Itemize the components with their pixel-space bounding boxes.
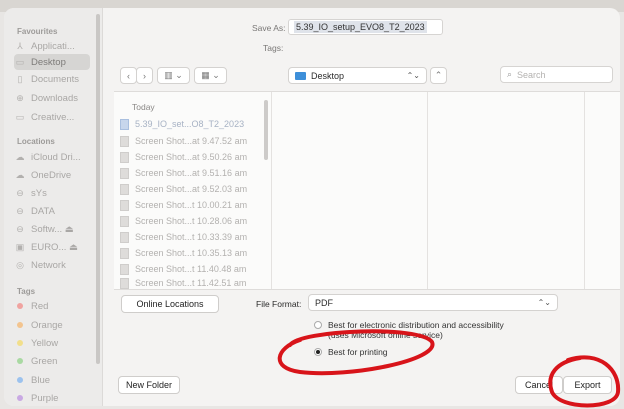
column-divider[interactable] — [427, 92, 428, 289]
tag-dot-icon — [17, 358, 23, 364]
sidebar-item-icloud[interactable]: ☁ iCloud Dri... — [14, 149, 90, 165]
file-format-popup[interactable]: PDF ⌃⌄ — [308, 294, 558, 311]
document-icon — [120, 118, 129, 130]
file-item[interactable]: Screen Shot...t 10.35.13 am — [120, 246, 247, 260]
file-item[interactable]: Screen Shot...t 11.40.48 am — [120, 262, 246, 276]
desktop-icon: ▭ — [15, 56, 25, 67]
column-divider[interactable] — [584, 92, 585, 289]
network-icon: ◎ — [16, 259, 24, 270]
sidebar-tag-blue[interactable]: Blue — [14, 372, 90, 388]
applications-icon: ⅄ — [17, 40, 23, 51]
radio-button-selected[interactable] — [314, 348, 322, 356]
sidebar-tag-purple[interactable]: Purple — [14, 390, 90, 406]
cloud-icon: ☁ — [15, 151, 25, 162]
sidebar-item-desktop[interactable]: ▭ Desktop — [14, 54, 90, 70]
sidebar-item-data[interactable]: ⊖ DATA — [14, 203, 90, 219]
file-item[interactable]: Screen Shot...at 9.47.52 am — [120, 134, 247, 148]
sidebar-tag-red[interactable]: Red — [14, 298, 90, 314]
image-icon — [120, 199, 129, 211]
eject-icon[interactable]: ⏏ — [69, 242, 78, 253]
file-item[interactable]: Screen Shot...t 10.28.06 am — [120, 214, 247, 228]
grid-view-button[interactable]: ▦ ⌄ — [194, 67, 227, 84]
sidebar-tag-yellow[interactable]: Yellow — [14, 335, 90, 351]
column-divider[interactable] — [271, 92, 272, 289]
option-label: Best for printing — [328, 347, 388, 357]
sidebar-item-downloads[interactable]: ⊕ Downloads — [14, 90, 90, 106]
save-as-field[interactable]: 5.39_IO_setup_EVO8_T2_2023 — [288, 19, 443, 35]
cancel-button[interactable]: Cancel — [515, 376, 563, 394]
folder-icon: ▭ — [15, 111, 25, 122]
image-icon — [120, 277, 129, 289]
new-folder-button[interactable]: New Folder — [118, 376, 180, 394]
forward-button[interactable]: › — [136, 67, 153, 84]
sidebar-tag-green[interactable]: Green — [14, 353, 90, 369]
file-item[interactable]: Screen Shot...at 9.51.16 am — [120, 166, 247, 180]
sidebar-item-onedrive[interactable]: ☁ OneDrive — [14, 167, 90, 183]
sidebar-scrollbar[interactable] — [96, 14, 100, 364]
tags-label: Tags: — [263, 43, 284, 53]
radio-electronic-distribution[interactable]: Best for electronic distribution and acc… — [314, 320, 504, 340]
file-item[interactable]: Screen Shot...at 9.52.03 am — [120, 182, 247, 196]
search-input[interactable]: ⌕ Search — [500, 66, 613, 83]
cloud-icon: ☁ — [15, 169, 25, 180]
back-button[interactable]: ‹ — [120, 67, 137, 84]
disk-icon: ⊖ — [16, 205, 24, 216]
disk-icon: ⊖ — [16, 223, 24, 234]
online-locations-button[interactable]: Online Locations — [121, 295, 219, 313]
tag-dot-icon — [17, 340, 23, 346]
file-item[interactable]: Screen Shot...t 10.00.21 am — [120, 198, 247, 212]
download-icon: ⊕ — [16, 92, 24, 103]
disk-icon: ⊖ — [16, 187, 24, 198]
save-as-label: Save As: — [252, 23, 286, 33]
expand-toggle-button[interactable]: ⌃ — [430, 67, 447, 84]
sidebar-item-applications[interactable]: ⅄ Applicati... — [14, 38, 90, 54]
image-icon — [120, 263, 129, 275]
file-item[interactable]: 5.39_IO_set...O8_T2_2023 — [120, 117, 244, 131]
image-icon — [120, 151, 129, 163]
eject-icon[interactable]: ⏏ — [65, 224, 74, 235]
image-icon — [120, 247, 129, 259]
image-icon — [120, 167, 129, 179]
sidebar-tag-orange[interactable]: Orange — [14, 317, 90, 333]
chevron-updown-icon: ⌃⌄ — [537, 298, 551, 307]
image-icon — [120, 231, 129, 243]
file-format-label: File Format: — [256, 299, 302, 309]
browser-scrollbar[interactable] — [264, 100, 268, 160]
sidebar-item-network[interactable]: ◎ Network — [14, 257, 90, 273]
radio-best-for-printing[interactable]: Best for printing — [314, 347, 388, 357]
option-label: Best for electronic distribution and acc… — [328, 320, 504, 330]
chevron-updown-icon: ⌃⌄ — [406, 71, 420, 80]
file-browser: Today 5.39_IO_set...O8_T2_2023 Screen Sh… — [114, 91, 620, 290]
group-heading: Today — [132, 102, 155, 112]
export-button[interactable]: Export — [563, 376, 612, 394]
image-icon — [120, 183, 129, 195]
tag-dot-icon — [17, 322, 23, 328]
radio-button[interactable] — [314, 321, 322, 329]
file-item[interactable]: Screen Shot...t 11.42.51 am — [120, 276, 246, 290]
tag-dot-icon — [17, 377, 23, 383]
locations-heading: Locations — [17, 137, 55, 146]
sidebar-item-creative[interactable]: ▭ Creative... — [14, 109, 90, 125]
tag-dot-icon — [17, 395, 23, 401]
tag-dot-icon — [17, 303, 23, 309]
disk-icon: ▣ — [15, 241, 25, 252]
file-item[interactable]: Screen Shot...at 9.50.26 am — [120, 150, 247, 164]
favourites-heading: Favourites — [17, 27, 58, 36]
sidebar-item-documents[interactable]: ▯ Documents — [14, 71, 90, 87]
column-view-button[interactable]: ▥ ⌄ — [157, 67, 190, 84]
tags-heading: Tags — [17, 287, 36, 296]
search-icon: ⌕ — [507, 69, 513, 79]
sidebar-item-software[interactable]: ⊖ Softw... ⏏ — [14, 221, 90, 237]
file-item[interactable]: Screen Shot...t 10.33.39 am — [120, 230, 247, 244]
image-icon — [120, 215, 129, 227]
folder-icon — [295, 71, 306, 80]
document-icon: ▯ — [17, 73, 23, 84]
option-sublabel: (uses Microsoft online service) — [328, 330, 443, 340]
sidebar: Favourites ⅄ Applicati... ▭ Desktop ▯ Docum… — [4, 8, 103, 406]
image-icon — [120, 135, 129, 147]
sidebar-item-sys[interactable]: ⊖ sYs — [14, 185, 90, 201]
save-dialog: Favourites ⅄ Applicati... ▭ Desktop ▯ Docum… — [4, 8, 620, 406]
location-popup[interactable]: Desktop ⌃⌄ — [288, 67, 427, 84]
sidebar-item-euro[interactable]: ▣ EURO... ⏏ — [14, 239, 90, 255]
